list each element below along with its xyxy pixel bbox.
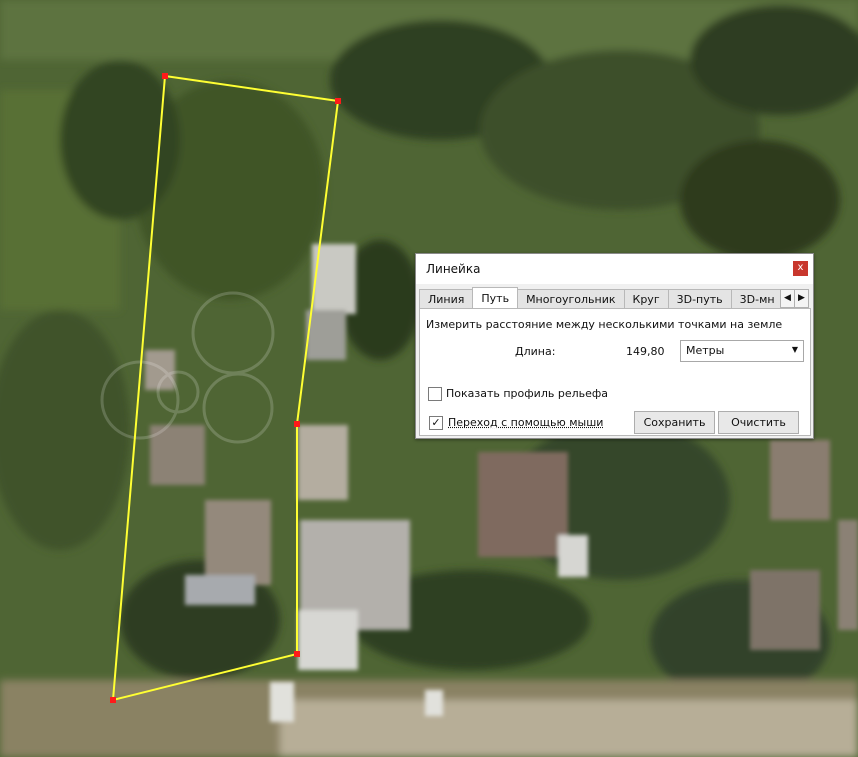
- close-button[interactable]: x: [793, 261, 808, 276]
- unit-value: Метры: [686, 344, 725, 357]
- tab-polygon[interactable]: Многоугольник: [517, 289, 625, 308]
- terrain-profile-label[interactable]: Показать профиль рельефа: [446, 387, 608, 400]
- route-point[interactable]: [110, 697, 116, 703]
- mouse-nav-label[interactable]: Переход с помощью мыши: [448, 416, 603, 429]
- unit-select[interactable]: Метры ▼: [680, 340, 804, 362]
- route-point[interactable]: [294, 421, 300, 427]
- route-point[interactable]: [294, 651, 300, 657]
- route-point[interactable]: [162, 73, 168, 79]
- terrain-profile-checkbox[interactable]: [428, 387, 442, 401]
- chevron-down-icon: ▼: [791, 345, 798, 354]
- mouse-nav-checkbox[interactable]: ✓: [429, 416, 443, 430]
- tab-scroll: ◀ ▶: [780, 289, 810, 308]
- description-text: Измерить расстояние между несколькими то…: [426, 318, 783, 331]
- tab-bar: Линия Путь Многоугольник Круг 3D-путь 3D-мн: [419, 287, 789, 308]
- tab-3d-polygon[interactable]: 3D-мн: [730, 289, 784, 308]
- dialog-title: Линейка: [426, 262, 481, 276]
- tab-line[interactable]: Линия: [419, 289, 474, 308]
- scroll-right-icon[interactable]: ▶: [794, 289, 809, 308]
- tab-path[interactable]: Путь: [472, 287, 519, 308]
- length-value: 149,80: [626, 345, 665, 358]
- route-point[interactable]: [335, 98, 341, 104]
- clear-button[interactable]: Очистить: [718, 411, 799, 434]
- save-button[interactable]: Сохранить: [634, 411, 715, 434]
- dialog-titlebar[interactable]: Линейка x: [416, 254, 813, 284]
- tab-3d-path[interactable]: 3D-путь: [667, 289, 732, 308]
- scroll-left-icon[interactable]: ◀: [780, 289, 795, 308]
- ruler-dialog: Линейка x Линия Путь Многоугольник Круг 3D-п…: [415, 253, 814, 439]
- tab-circle[interactable]: Круг: [623, 289, 669, 308]
- length-label: Длина:: [515, 345, 556, 358]
